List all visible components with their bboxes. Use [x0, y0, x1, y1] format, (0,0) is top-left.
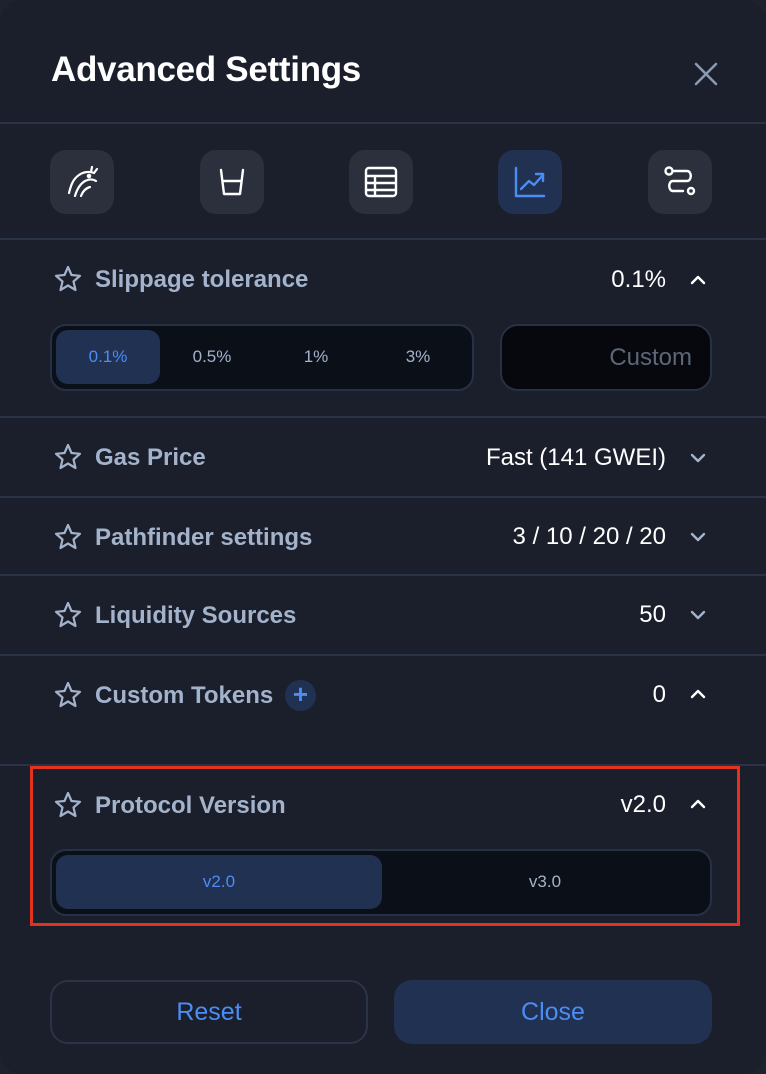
- route-icon: [664, 166, 696, 196]
- divider: [0, 238, 766, 240]
- chart-button[interactable]: [498, 150, 562, 214]
- custom-slippage-input[interactable]: [500, 324, 712, 391]
- cup-icon: [219, 168, 245, 196]
- protocol-version-highlight: [30, 766, 740, 926]
- cup-button[interactable]: [200, 150, 264, 214]
- custom-tokens-label: Custom Tokens: [95, 682, 274, 709]
- gas-price-label: Gas Price: [95, 444, 206, 471]
- liquidity-sources-label: Liquidity Sources: [95, 602, 297, 629]
- chart-icon: [514, 166, 546, 198]
- table-icon: [364, 166, 398, 198]
- dragon-button[interactable]: [50, 150, 114, 214]
- divider: [0, 654, 766, 656]
- star-icon[interactable]: [53, 600, 83, 630]
- pathfinder-value: 3 / 10 / 20 / 20: [512, 523, 666, 550]
- slippage-option[interactable]: 0.5%: [160, 330, 264, 384]
- divider: [0, 122, 766, 124]
- reset-button[interactable]: Reset: [50, 980, 368, 1044]
- star-icon[interactable]: [53, 522, 83, 552]
- page-title: Advanced Settings: [51, 50, 361, 89]
- slippage-option[interactable]: 0.1%: [56, 330, 160, 384]
- route-button[interactable]: [648, 150, 712, 214]
- close-button[interactable]: Close: [394, 980, 712, 1044]
- slippage-label: Slippage tolerance: [95, 266, 309, 293]
- slippage-option[interactable]: 3%: [368, 330, 468, 384]
- custom-tokens-value: 0: [652, 681, 666, 708]
- gas-price-value: Fast (141 GWEI): [485, 444, 666, 471]
- divider: [0, 574, 766, 576]
- advanced-settings-panel: Advanced Settings Slippage tolerance 0.1…: [0, 0, 766, 1074]
- chevron-up-icon[interactable]: [686, 268, 710, 292]
- add-token-button[interactable]: +: [285, 680, 316, 711]
- divider: [0, 416, 766, 418]
- close-icon[interactable]: [690, 58, 722, 90]
- slippage-value: 0.1%: [611, 266, 666, 293]
- chevron-down-icon[interactable]: [686, 446, 710, 470]
- pathfinder-label: Pathfinder settings: [95, 524, 313, 551]
- slippage-selector: 0.1% 0.5% 1% 3%: [50, 324, 474, 391]
- star-icon[interactable]: [53, 680, 83, 710]
- chevron-down-icon[interactable]: [686, 603, 710, 627]
- star-icon[interactable]: [53, 442, 83, 472]
- slippage-option[interactable]: 1%: [264, 330, 368, 384]
- star-icon[interactable]: [53, 264, 83, 294]
- liquidity-sources-value: 50: [639, 601, 666, 628]
- table-button[interactable]: [349, 150, 413, 214]
- chevron-down-icon[interactable]: [686, 525, 710, 549]
- dragon-icon: [67, 165, 99, 198]
- chevron-up-icon[interactable]: [686, 682, 710, 706]
- divider: [0, 496, 766, 498]
